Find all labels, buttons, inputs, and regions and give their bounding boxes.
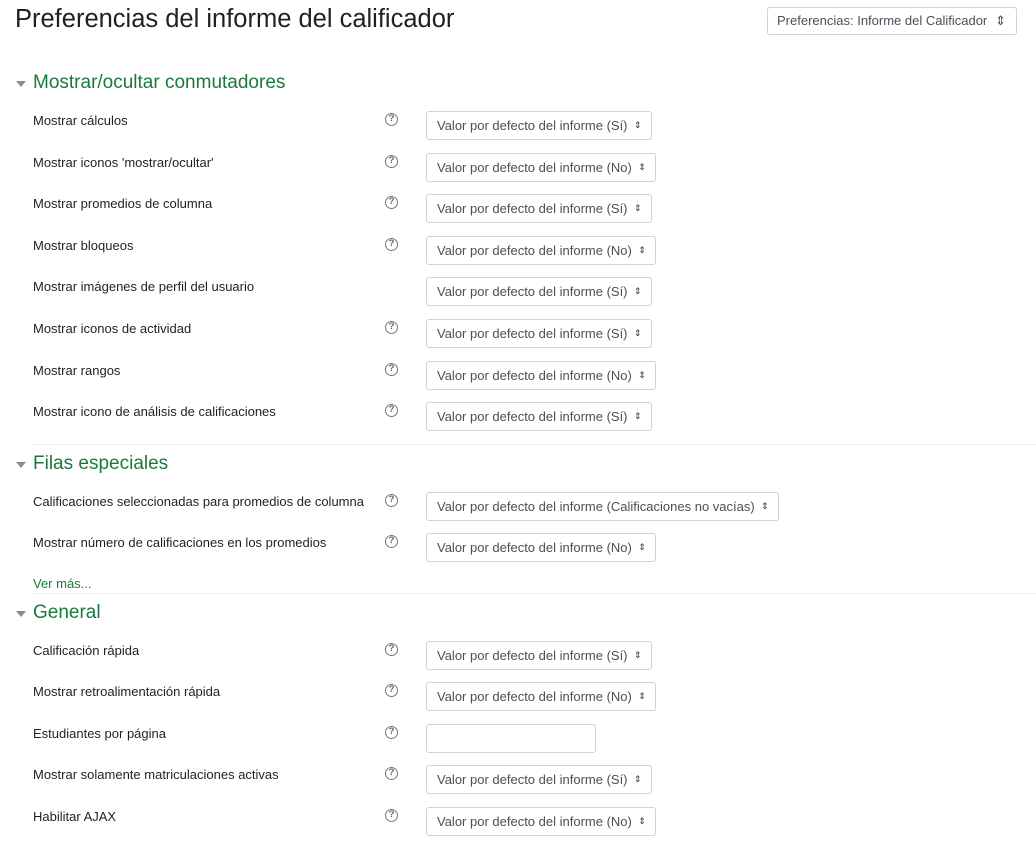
label-show-calculations: Mostrar cálculos <box>33 113 128 128</box>
select-show-eye-icons[interactable]: Valor por defecto del informe (No) ⇕ <box>426 153 656 182</box>
select-quick-feedback[interactable]: Valor por defecto del informe (No) ⇕ <box>426 682 656 711</box>
updown-caret-icon: ⇕ <box>638 691 646 701</box>
help-circle-icon[interactable]: ? <box>385 363 398 376</box>
select-show-calculations[interactable]: Valor por defecto del informe (Sí) ⇕ <box>426 111 652 140</box>
section-title: Filas especiales <box>33 453 169 474</box>
label-averages-display-type: Calificaciones seleccionadas para promed… <box>33 494 364 509</box>
help-circle-icon[interactable]: ? <box>385 155 398 168</box>
triangle-down-icon <box>16 80 26 87</box>
label-show-only-active-enrol: Mostrar solamente matriculaciones activa… <box>33 767 279 782</box>
section-special-header[interactable]: Filas especiales <box>16 453 168 475</box>
select-averages-display-type[interactable]: Valor por defecto del informe (Calificac… <box>426 492 779 521</box>
triangle-down-icon <box>16 461 26 468</box>
report-jump-select[interactable]: Preferencias: Informe del Calificador ⇕ <box>767 7 1017 35</box>
select-show-locks[interactable]: Valor por defecto del informe (No) ⇕ <box>426 236 656 265</box>
label-show-ranges: Mostrar rangos <box>33 363 121 378</box>
help-circle-icon[interactable]: ? <box>385 196 398 209</box>
label-show-locks: Mostrar bloqueos <box>33 238 134 253</box>
help-circle-icon[interactable]: ? <box>385 643 398 656</box>
updown-caret-icon: ⇕ <box>638 542 646 552</box>
section-divider <box>33 593 1036 594</box>
updown-caret-icon: ⇕ <box>638 370 646 380</box>
select-value: Valor por defecto del informe (No) <box>437 368 632 383</box>
label-show-activity-icons: Mostrar iconos de actividad <box>33 321 192 336</box>
select-value: Valor por defecto del informe (No) <box>437 243 632 258</box>
select-show-user-pictures[interactable]: Valor por defecto del informe (Sí) ⇕ <box>426 277 652 306</box>
updown-caret-icon: ⇕ <box>638 162 646 172</box>
label-quick-feedback: Mostrar retroalimentación rápida <box>33 684 221 699</box>
label-enable-ajax: Habilitar AJAX <box>33 809 117 824</box>
select-value: Valor por defecto del informe (Sí) <box>437 326 628 341</box>
help-circle-icon[interactable]: ? <box>385 321 398 334</box>
select-value: Valor por defecto del informe (Sí) <box>437 648 628 663</box>
page-title: Preferencias del informe del calificador <box>15 5 455 33</box>
section-toggles-header[interactable]: Mostrar/ocultar conmutadores <box>16 72 285 94</box>
students-per-page-input[interactable] <box>426 724 596 753</box>
select-value: Valor por defecto del informe (No) <box>437 689 632 704</box>
select-value: Valor por defecto del informe (Sí) <box>437 409 628 424</box>
section-title: General <box>33 602 101 623</box>
label-show-column-averages: Mostrar promedios de columna <box>33 196 213 211</box>
select-value: Valor por defecto del informe (No) <box>437 814 632 829</box>
label-quick-grading: Calificación rápida <box>33 643 140 658</box>
triangle-down-icon <box>16 610 26 617</box>
show-more-link[interactable]: Ver más... <box>33 576 92 591</box>
updown-caret-icon: ⇕ <box>638 816 646 826</box>
help-circle-icon[interactable]: ? <box>385 238 398 251</box>
select-value: Valor por defecto del informe (Sí) <box>437 201 628 216</box>
section-title: Mostrar/ocultar conmutadores <box>33 72 286 93</box>
select-value: Valor por defecto del informe (Sí) <box>437 284 628 299</box>
updown-caret-icon: ⇕ <box>761 501 769 511</box>
select-value: Valor por defecto del informe (No) <box>437 160 632 175</box>
select-show-activity-icons[interactable]: Valor por defecto del informe (Sí) ⇕ <box>426 319 652 348</box>
updown-caret-icon: ⇕ <box>633 286 642 296</box>
label-students-per-page: Estudiantes por página <box>33 726 166 741</box>
help-circle-icon[interactable]: ? <box>385 494 398 507</box>
select-show-column-averages[interactable]: Valor por defecto del informe (Sí) ⇕ <box>426 194 652 223</box>
label-show-number-of-grades: Mostrar número de calificaciones en los … <box>33 535 327 550</box>
select-value: Valor por defecto del informe (Calificac… <box>437 499 755 514</box>
select-show-number-of-grades[interactable]: Valor por defecto del informe (No) ⇕ <box>426 533 656 562</box>
help-circle-icon[interactable]: ? <box>385 726 398 739</box>
updown-caret-icon: ⇕ <box>633 774 642 784</box>
select-show-ranges[interactable]: Valor por defecto del informe (No) ⇕ <box>426 361 656 390</box>
help-circle-icon[interactable]: ? <box>385 767 398 780</box>
select-value: Valor por defecto del informe (Sí) <box>437 118 628 133</box>
updown-caret-icon: ⇕ <box>995 13 1006 28</box>
select-value: Valor por defecto del informe (No) <box>437 540 632 555</box>
help-circle-icon[interactable]: ? <box>385 809 398 822</box>
select-quick-grading[interactable]: Valor por defecto del informe (Sí) ⇕ <box>426 641 652 670</box>
section-divider <box>33 444 1036 445</box>
updown-caret-icon: ⇕ <box>633 650 642 660</box>
section-general-header[interactable]: General <box>16 602 101 624</box>
label-show-analysis-icon: Mostrar icono de análisis de calificacio… <box>33 404 276 419</box>
help-circle-icon[interactable]: ? <box>385 535 398 548</box>
updown-caret-icon: ⇕ <box>633 120 642 130</box>
select-enable-ajax[interactable]: Valor por defecto del informe (No) ⇕ <box>426 807 656 836</box>
select-show-only-active-enrol[interactable]: Valor por defecto del informe (Sí) ⇕ <box>426 765 652 794</box>
select-show-analysis-icon[interactable]: Valor por defecto del informe (Sí) ⇕ <box>426 402 652 431</box>
report-jump-value: Preferencias: Informe del Calificador <box>777 13 988 28</box>
updown-caret-icon: ⇕ <box>638 245 646 255</box>
help-circle-icon[interactable]: ? <box>385 684 398 697</box>
help-circle-icon[interactable]: ? <box>385 404 398 417</box>
updown-caret-icon: ⇕ <box>633 203 642 213</box>
updown-caret-icon: ⇕ <box>633 411 642 421</box>
select-value: Valor por defecto del informe (Sí) <box>437 772 628 787</box>
updown-caret-icon: ⇕ <box>633 328 642 338</box>
help-circle-icon[interactable]: ? <box>385 113 398 126</box>
label-show-eye-icons: Mostrar iconos 'mostrar/ocultar' <box>33 155 214 170</box>
label-show-user-pictures: Mostrar imágenes de perfil del usuario <box>33 279 255 294</box>
